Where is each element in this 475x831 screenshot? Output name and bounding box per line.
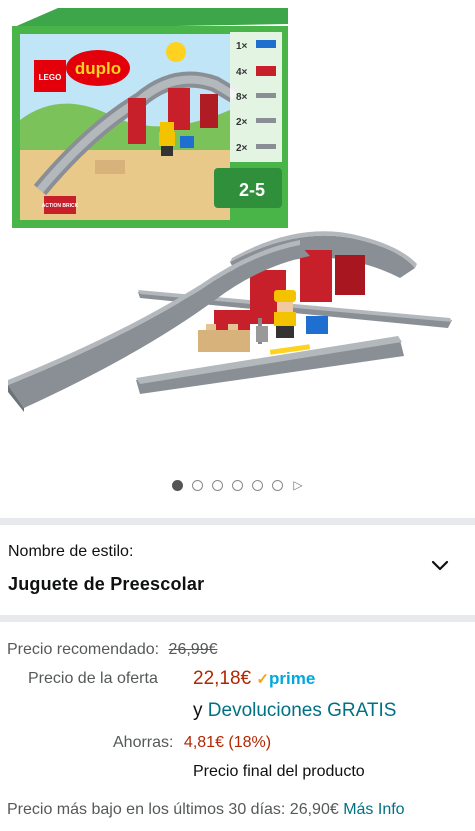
prime-badge[interactable]: ✓prime xyxy=(256,668,315,689)
returns-prefix: y xyxy=(193,700,203,721)
offer-price: 22,18€ xyxy=(193,668,252,689)
image-carousel-indicators[interactable]: ▷ xyxy=(0,479,475,491)
svg-text:2×: 2× xyxy=(236,117,248,128)
video-play-icon[interactable]: ▷ xyxy=(293,479,302,491)
lowest-price-row: Precio más bajo en los últimos 30 días: … xyxy=(7,798,467,822)
savings-row: Ahorras: 4,81€ (18%) xyxy=(113,734,271,752)
section-divider xyxy=(0,615,475,622)
style-value: Juguete de Preescolar xyxy=(8,574,205,594)
svg-text:1×: 1× xyxy=(236,41,248,52)
svg-text:ACTION BRICK: ACTION BRICK xyxy=(42,203,79,209)
offer-price-row: Precio de la oferta xyxy=(28,670,158,688)
offer-price-value-row: 22,18€ ✓prime xyxy=(193,668,315,690)
carousel-dot-2[interactable] xyxy=(192,480,204,491)
free-returns-link[interactable]: Devoluciones GRATIS xyxy=(208,700,397,721)
carousel-dot-1[interactable] xyxy=(172,480,184,491)
svg-text:4×: 4× xyxy=(236,67,248,78)
svg-text:2×: 2× xyxy=(236,143,248,154)
more-info-link[interactable]: Más Info xyxy=(343,801,404,818)
product-image-gallery[interactable]: LEGO duplo 1× 4× 8× 2× 2× 2-5 ACTION BRI… xyxy=(0,0,475,515)
lego-logo-text: LEGO xyxy=(39,73,62,82)
built-model-image xyxy=(8,231,452,412)
svg-text:8×: 8× xyxy=(236,92,248,103)
carousel-dot-5[interactable] xyxy=(252,480,264,491)
product-image[interactable]: LEGO duplo 1× 4× 8× 2× 2× 2-5 ACTION BRI… xyxy=(0,0,475,470)
duplo-logo-text: duplo xyxy=(75,59,121,78)
age-badge: 2-5 xyxy=(239,180,265,200)
carousel-dot-6[interactable] xyxy=(272,480,284,491)
section-divider xyxy=(0,518,475,525)
style-label: Nombre de estilo: xyxy=(8,543,134,560)
lowest-price-text: Precio más bajo en los últimos 30 días: … xyxy=(7,801,339,818)
chevron-down-icon[interactable] xyxy=(431,560,449,572)
carousel-dot-4[interactable] xyxy=(232,480,244,491)
savings-label: Ahorras: xyxy=(113,734,174,751)
returns-row: y Devoluciones GRATIS xyxy=(193,700,396,722)
prime-text: prime xyxy=(268,669,316,688)
recommended-price: 26,99€ xyxy=(168,641,218,658)
carousel-dot-3[interactable] xyxy=(212,480,224,491)
final-price-note: Precio final del producto xyxy=(193,763,365,780)
product-box-image: LEGO duplo 1× 4× 8× 2× 2× 2-5 ACTION BRI… xyxy=(12,8,288,228)
recommended-price-label: Precio recomendado: xyxy=(7,641,160,658)
recommended-price-row: Precio recomendado: 26,99€ xyxy=(7,641,217,659)
savings-value: 4,81€ (18%) xyxy=(183,734,272,751)
offer-price-label: Precio de la oferta xyxy=(28,670,158,687)
style-selector[interactable]: Nombre de estilo: Juguete de Preescolar xyxy=(0,530,475,615)
prime-check-icon: ✓ xyxy=(256,671,269,688)
